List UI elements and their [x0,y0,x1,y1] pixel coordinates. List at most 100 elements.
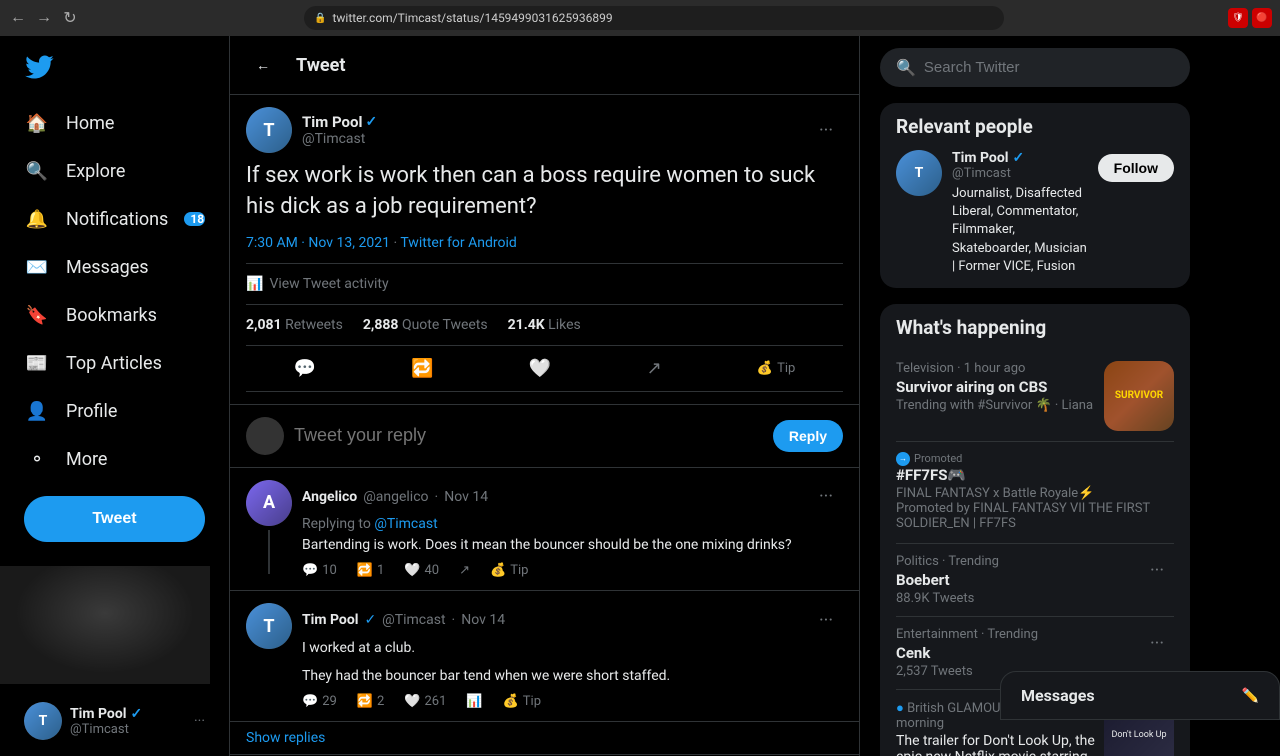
sidebar-user[interactable]: T Tim Pool ✓ @Timcast ··· [12,694,217,748]
like-action-btn[interactable]: 🤍 [521,350,559,387]
reply-name-r2: Tim Pool [302,612,358,628]
reply-actions-r1: 💬 10 🔁 1 🤍 40 ↗ 💰 [302,563,843,578]
view-activity-btn[interactable]: 📊 View Tweet activity [246,263,843,305]
sidebar-item-messages[interactable]: ✉️ Messages [12,244,217,290]
tip-action-btn[interactable]: 💰 Tip [749,353,803,384]
search-input[interactable] [924,59,1174,76]
replying-to-link-r1[interactable]: @Timcast [374,516,437,532]
sidebar-item-more[interactable]: ⚬ More [12,436,217,482]
reply-retweet-btn-r1[interactable]: 🔁 1 [357,563,385,578]
happening-more-cenk[interactable]: ··· [1140,627,1174,661]
profile-icon: 👤 [24,398,50,424]
tweet-actions: 💬 🔁 🤍 ↗ 💰 Tip [246,346,843,392]
retweets-stat[interactable]: 2,081 Retweets [246,317,343,333]
video-overlay [0,566,210,684]
quote-tweets-stat[interactable]: 2,888 Quote Tweets [363,317,488,333]
follow-btn-timpool[interactable]: Follow [1098,154,1174,182]
sidebar-item-home[interactable]: 🏠 Home [12,100,217,146]
twitter-logo[interactable] [12,44,217,94]
sidebar-item-notifications-label: Notifications [66,209,168,230]
reply-date-val-r2: Nov 14 [461,612,505,628]
sidebar-item-profile-label: Profile [66,401,117,422]
url-text: twitter.com/Timcast/status/1459499031625… [332,11,612,25]
reply-reply-btn-r2[interactable]: 💬 29 [302,694,337,709]
extension-1[interactable]: 🛡 [1228,8,1248,28]
reply-like-btn-r2[interactable]: 🤍 261 [404,694,446,709]
tweet-button[interactable]: Tweet [24,496,205,542]
tweet-author-name: Tim Pool ✓ [302,113,377,131]
sidebar-item-profile[interactable]: 👤 Profile [12,388,217,434]
messages-bar-title: Messages [1021,686,1095,705]
survivor-thumbnail: SURVIVOR [1104,361,1174,431]
sidebar-user-more[interactable]: ··· [194,713,205,729]
reply-tweet-r1[interactable]: A Angelico @angelico · Nov 14 ··· Replyi… [230,468,859,592]
promo-icon-ff7fs: → [896,452,910,466]
url-bar[interactable]: 🔒 twitter.com/Timcast/status/14594990316… [304,6,1004,30]
search-box[interactable]: 🔍 [880,48,1190,87]
happening-item-boebert[interactable]: Politics · Trending Boebert 88.9K Tweets… [896,544,1174,617]
happening-title-ff7fs: #FF7FS🎮 [896,466,1174,484]
tweet-timestamp: 7:30 AM · Nov 13, 2021 [246,235,390,251]
reply-header-r2: Tim Pool ✓ @Timcast · Nov 14 ··· [302,603,843,637]
happening-item-ff7fs[interactable]: → Promoted #FF7FS🎮 FINAL FANTASY x Battl… [896,442,1174,544]
right-sidebar: 🔍 Relevant people T Tim Pool ✓ @Timcast … [860,36,1210,756]
reply-name-r1: Angelico [302,489,357,505]
reply-reply-icon-r1: 💬 [302,563,318,578]
happening-sub-ff7fs: FINAL FANTASY x Battle Royale⚡ [896,486,1174,501]
sidebar-user-info: Tim Pool ✓ @Timcast [70,706,186,737]
sidebar-item-explore[interactable]: 🔍 Explore [12,148,217,194]
tweet-author[interactable]: T Tim Pool ✓ @Timcast [246,107,377,153]
reply-more-btn-r1[interactable]: ··· [809,480,843,514]
reply-submit-btn[interactable]: Reply [773,420,843,452]
tweet-platform[interactable]: Twitter for Android [400,235,516,251]
browser-actions: 🛡 🔴 [1228,8,1272,28]
happening-title-survivor: Survivor airing on CBS [896,378,1093,396]
likes-stat[interactable]: 21.4K Likes [508,317,581,333]
reply-more-btn-r2[interactable]: ··· [809,603,843,637]
reply-like-btn-r1[interactable]: 🤍 40 [404,563,439,578]
share-action-btn[interactable]: ↗ [639,350,670,387]
reply-tip-btn-r1[interactable]: 💰 Tip [490,563,528,578]
rp-handle-timpool: @Timcast [952,166,1088,181]
sidebar-item-bookmarks[interactable]: 🔖 Bookmarks [12,292,217,338]
back-nav-btn[interactable]: ← [8,8,28,28]
reply-tweet-r2[interactable]: T Tim Pool ✓ @Timcast · Nov 14 ··· I wor… [230,591,859,722]
rp-avatar-timpool: T [896,150,942,196]
happening-info-survivor: Television · 1 hour ago Survivor airing … [896,361,1093,413]
tweet-header: ← Tweet [230,36,859,95]
happening-item-survivor[interactable]: Television · 1 hour ago Survivor airing … [896,351,1174,442]
reply-retweet-btn-r2[interactable]: 🔁 2 [357,694,385,709]
sidebar-item-messages-label: Messages [66,257,149,278]
back-button[interactable]: ← [246,48,280,82]
reply-action-btn[interactable]: 💬 [286,350,324,387]
main-tweet: T Tim Pool ✓ @Timcast ··· If sex work is… [230,95,859,405]
forward-nav-btn[interactable]: → [34,8,54,28]
happening-more-boebert[interactable]: ··· [1140,554,1174,588]
reply-retweet-icon-r2: 🔁 [357,694,373,709]
reply-retweet-icon-r1: 🔁 [357,563,373,578]
sidebar-item-notifications[interactable]: 🔔 Notifications 18 [12,196,217,242]
reply-date-val-r1: Nov 14 [444,489,488,505]
sidebar-user-name: Tim Pool ✓ [70,706,186,722]
relevant-person-timpool: T Tim Pool ✓ @Timcast Journalist, Disaff… [896,150,1174,276]
browser-chrome: ← → ↻ 🔒 twitter.com/Timcast/status/14594… [0,0,1280,36]
retweet-action-btn[interactable]: 🔁 [403,350,441,387]
relevant-people-section: Relevant people T Tim Pool ✓ @Timcast Jo… [880,103,1190,288]
show-replies-btn-r2[interactable]: Show replies [230,722,859,755]
messages-bar[interactable]: Messages ✏️ [1000,671,1280,720]
extension-2[interactable]: 🔴 [1252,8,1272,28]
reply-input[interactable] [294,425,763,446]
reply-avatar-r1: A [246,480,292,526]
reply-tip-btn-r2[interactable]: 💰 Tip [503,694,541,709]
tweet-author-info: Tim Pool ✓ @Timcast [302,113,377,147]
tweet-author-handle: @Timcast [302,131,377,147]
reply-share-btn-r1[interactable]: ↗ [459,563,470,578]
tweet-more-btn[interactable]: ··· [809,113,843,147]
refresh-btn[interactable]: ↻ [60,8,80,28]
tweet-content: If sex work is work then can a boss requ… [246,161,843,223]
reply-reply-btn-r1[interactable]: 💬 10 [302,563,337,578]
reply-analytics-btn-r2[interactable]: 📊 [466,694,482,709]
sidebar-item-top-articles[interactable]: 📰 Top Articles [12,340,217,386]
notifications-icon: 🔔 [24,206,50,232]
rp-info-timpool: Tim Pool ✓ @Timcast Journalist, Disaffec… [952,150,1088,276]
